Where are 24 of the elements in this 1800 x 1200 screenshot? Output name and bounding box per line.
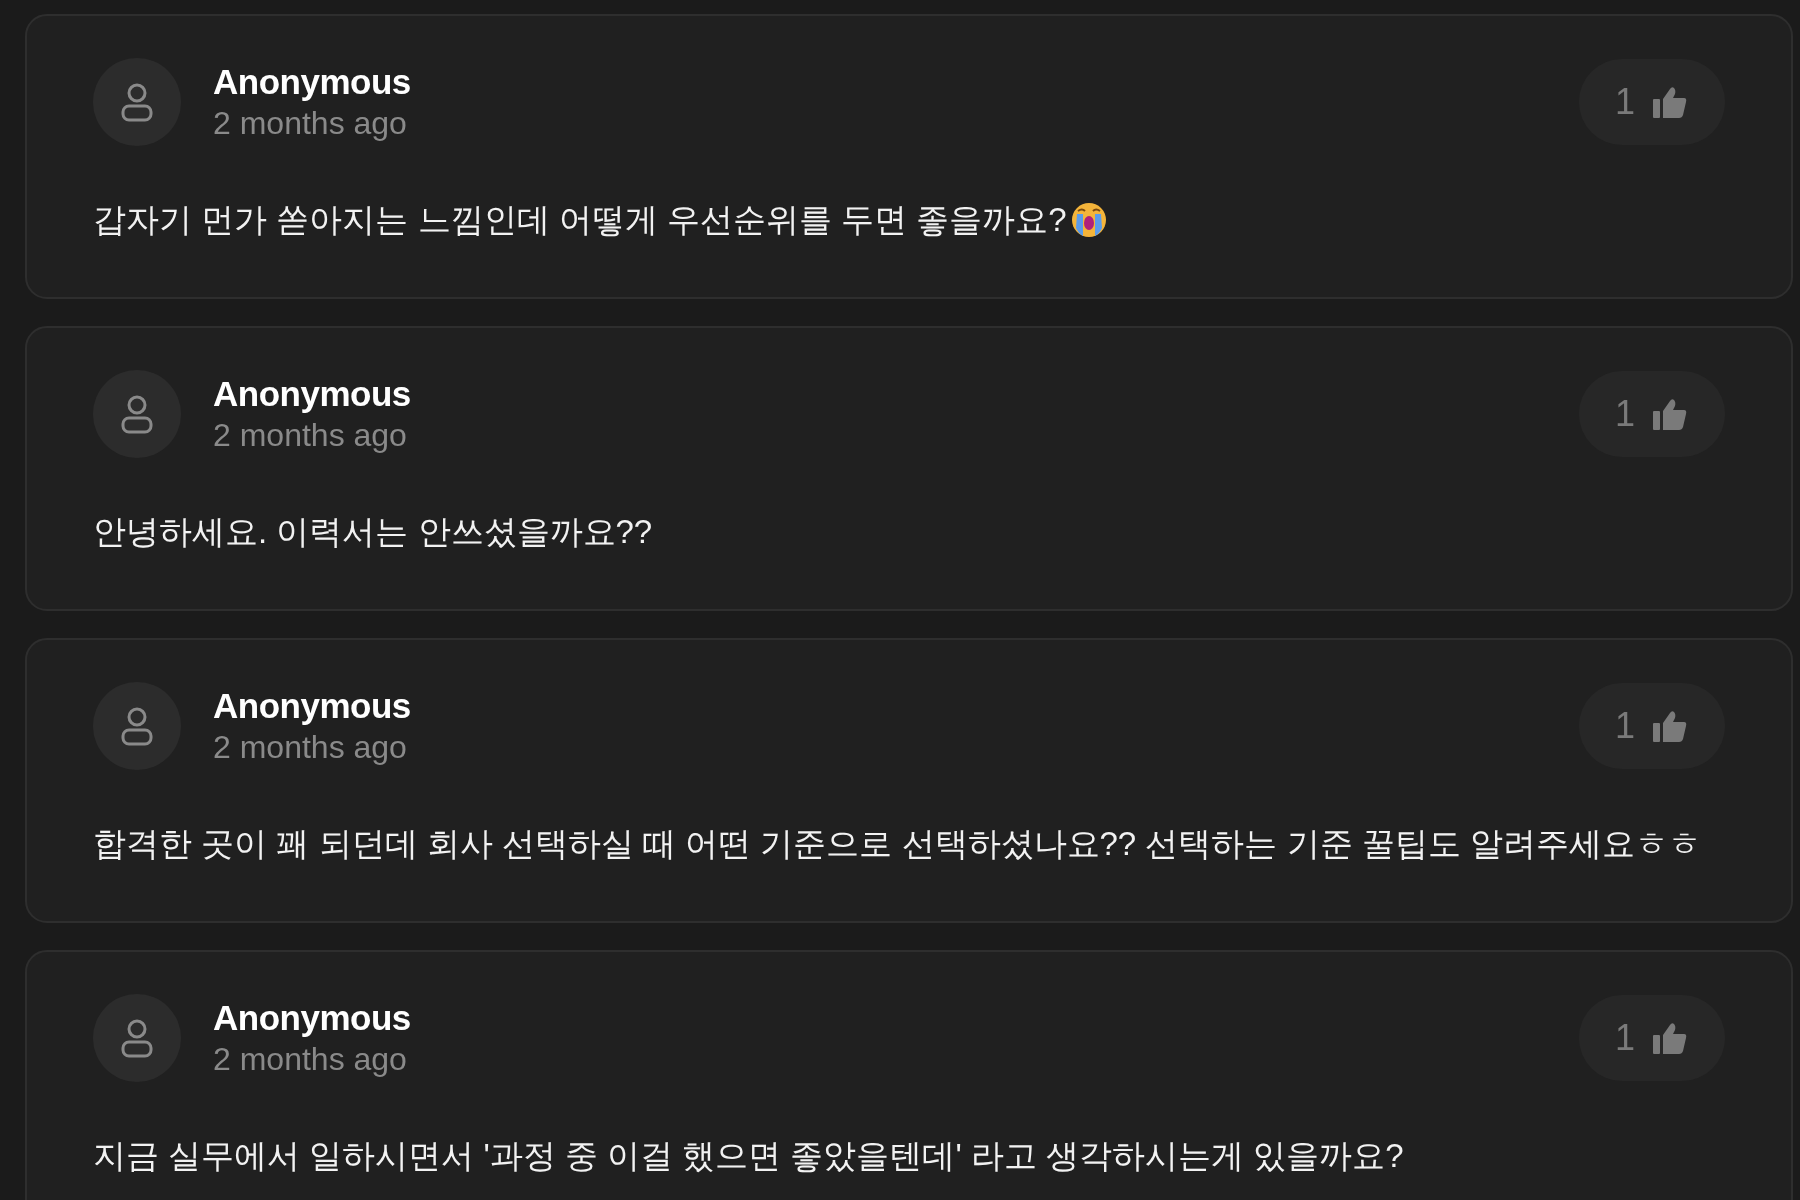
- like-button[interactable]: 1: [1578, 59, 1725, 145]
- person-icon: [120, 1018, 154, 1058]
- like-button[interactable]: 1: [1578, 683, 1725, 769]
- thumbs-up-icon: [1653, 398, 1687, 430]
- thumbs-up-icon: [1653, 86, 1687, 118]
- comment-text: 안녕하세요. 이력서는 안쓰셨을까요??: [93, 512, 653, 552]
- person-icon: [120, 706, 154, 746]
- comment-text: 지금 실무에서 일하시면서 '과정 중 이걸 했으면 좋았을텐데' 라고 생각하시는게 있을까요?: [93, 1136, 1404, 1176]
- person-icon: [120, 394, 154, 434]
- author-name: Anonymous: [213, 685, 412, 727]
- person-icon: [120, 82, 154, 122]
- comment-text: 갑자기 먼가 쏟아지는 느낌인데 어떻게 우선순위를 두면 좋을까요?: [93, 200, 1067, 240]
- comment-time: 2 months ago: [213, 728, 408, 767]
- thumbs-up-icon: [1653, 1022, 1687, 1054]
- thumbs-up-icon: [1653, 710, 1687, 742]
- comment-time: 2 months ago: [213, 104, 408, 143]
- comment-text: 합격한 곳이 꽤 되던데 회사 선택하실 때 어떤 기준으로 선택하셨나요?? 선택하는 기준 꿀팁도 알려주세요ㅎㅎ: [93, 824, 1701, 864]
- comment-time: 2 months ago: [213, 1040, 408, 1079]
- author-name: Anonymous: [213, 997, 412, 1039]
- comment-time: 2 months ago: [213, 416, 408, 455]
- author-name: Anonymous: [213, 61, 412, 103]
- like-button[interactable]: 1: [1578, 995, 1725, 1081]
- author-name: Anonymous: [213, 373, 412, 415]
- like-button[interactable]: 1: [1578, 371, 1725, 457]
